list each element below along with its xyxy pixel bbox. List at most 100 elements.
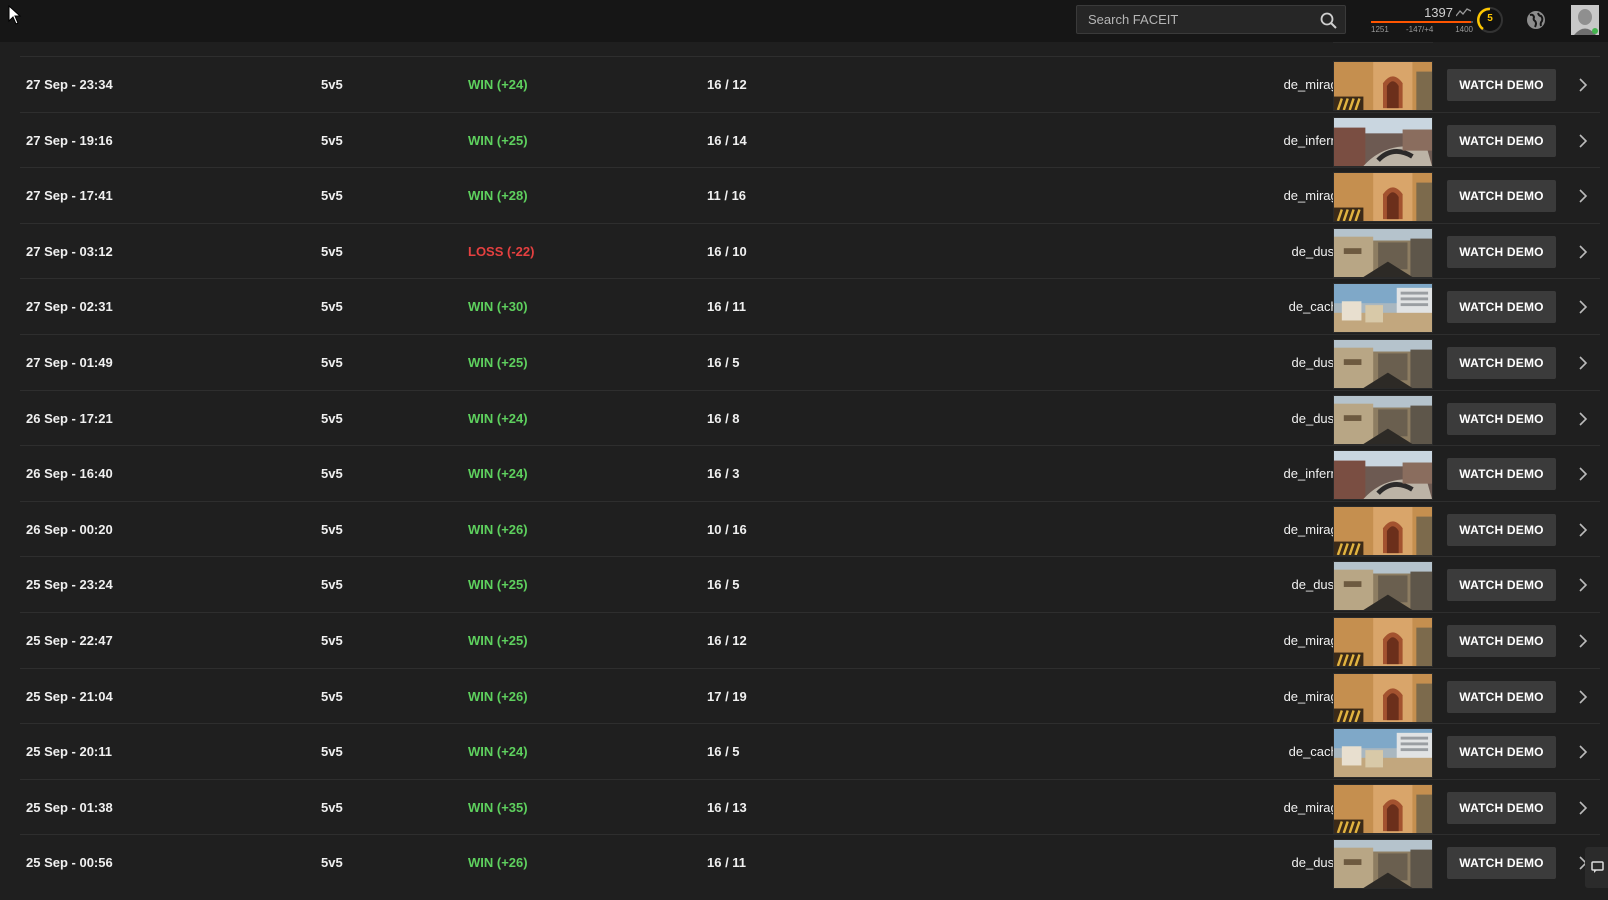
- map-thumbnail: [1333, 339, 1433, 389]
- globe-icon[interactable]: [1525, 9, 1547, 31]
- match-mode: 5v5: [321, 355, 343, 370]
- table-row[interactable]: 25 Sep - 22:47 5v5 WIN (+25) 16 / 12 de_…: [20, 612, 1600, 669]
- table-row[interactable]: 25 Sep - 00:56 5v5 WIN (+26) 16 / 11 de_…: [20, 834, 1600, 891]
- watch-demo-button[interactable]: WATCH DEMO: [1447, 347, 1556, 379]
- watch-demo-button[interactable]: WATCH DEMO: [1447, 513, 1556, 546]
- match-score: 16 / 11: [707, 855, 747, 871]
- table-row[interactable]: 27 Sep - 02:31 5v5 WIN (+30) 16 / 11 de_…: [20, 278, 1600, 335]
- elo-change: -147/+4: [1406, 25, 1434, 34]
- match-mode: 5v5: [321, 77, 343, 92]
- chevron-right-icon[interactable]: [1578, 133, 1588, 149]
- table-row[interactable]: 27 Sep - 23:34 5v5 WIN (+24) 16 / 12 de_…: [20, 56, 1600, 113]
- chevron-right-icon[interactable]: [1578, 577, 1588, 593]
- elo-widget[interactable]: 1397 1251 -147/+4 1400: [1371, 4, 1473, 36]
- skill-level-badge[interactable]: 5: [1477, 7, 1503, 33]
- table-row[interactable]: 27 Sep - 19:16 5v5 WIN (+25) 16 / 14 de_…: [20, 111, 1600, 169]
- match-result: WIN (+25): [468, 577, 528, 593]
- table-row[interactable]: 25 Sep - 23:24 5v5 WIN (+25) 16 / 5 de_d…: [20, 556, 1600, 613]
- chat-tab[interactable]: [1585, 847, 1608, 888]
- match-mode: 5v5: [321, 744, 343, 760]
- match-mode: 5v5: [321, 299, 343, 315]
- map-thumbnail: [1333, 450, 1433, 501]
- match-score: 11 / 16: [707, 188, 747, 204]
- match-mode: 5v5: [321, 410, 343, 426]
- elo-range-max: 1400: [1455, 25, 1473, 34]
- chevron-right-icon[interactable]: [1578, 411, 1588, 427]
- match-result: WIN (+25): [468, 633, 528, 648]
- match-mode: 5v5: [321, 633, 343, 648]
- watch-demo-button[interactable]: WATCH DEMO: [1447, 124, 1556, 157]
- table-row[interactable]: 26 Sep - 00:20 5v5 WIN (+26) 10 / 16 de_…: [20, 500, 1600, 558]
- chevron-right-icon[interactable]: [1578, 633, 1588, 649]
- online-status-dot: [1592, 28, 1598, 34]
- map-thumbnail: [1333, 728, 1433, 779]
- trend-icon: [1456, 8, 1471, 17]
- match-score: 16 / 5: [707, 744, 740, 760]
- watch-demo-button[interactable]: WATCH DEMO: [1447, 736, 1556, 769]
- table-row[interactable]: 27 Sep - 01:49 5v5 WIN (+25) 16 / 5 de_d…: [20, 334, 1600, 391]
- table-row[interactable]: 27 Sep - 17:41 5v5 WIN (+28) 11 / 16 de_…: [20, 167, 1600, 224]
- chevron-right-icon[interactable]: [1578, 744, 1588, 760]
- table-row[interactable]: 26 Sep - 17:21 5v5 WIN (+24) 16 / 8 de_d…: [20, 389, 1600, 447]
- match-mode: 5v5: [321, 188, 343, 204]
- watch-demo-button[interactable]: WATCH DEMO: [1447, 180, 1556, 213]
- watch-demo-button[interactable]: WATCH DEMO: [1447, 235, 1556, 268]
- map-thumbnail: [1333, 283, 1433, 334]
- match-result: WIN (+25): [468, 355, 528, 370]
- map-thumbnail: [1333, 839, 1433, 890]
- chevron-right-icon[interactable]: [1578, 800, 1588, 816]
- chevron-right-icon[interactable]: [1578, 244, 1588, 260]
- watch-demo-button[interactable]: WATCH DEMO: [1447, 569, 1556, 602]
- match-date: 25 Sep - 20:11: [26, 744, 112, 760]
- search-icon[interactable]: [1320, 12, 1337, 29]
- watch-demo-button[interactable]: WATCH DEMO: [1447, 847, 1556, 880]
- chevron-right-icon[interactable]: [1578, 299, 1588, 315]
- search-input[interactable]: [1077, 6, 1345, 33]
- map-thumbnail: [1333, 172, 1433, 223]
- chevron-right-icon[interactable]: [1578, 466, 1588, 482]
- watch-demo-button[interactable]: WATCH DEMO: [1447, 625, 1556, 657]
- elo-progress-bar: [1371, 21, 1473, 23]
- watch-demo-button[interactable]: WATCH DEMO: [1447, 291, 1556, 324]
- match-date: 27 Sep - 23:34: [26, 77, 113, 92]
- map-thumbnail: [1333, 505, 1433, 556]
- chevron-right-icon[interactable]: [1578, 77, 1588, 93]
- match-result: WIN (+24): [468, 466, 528, 482]
- watch-demo-button[interactable]: WATCH DEMO: [1447, 69, 1556, 101]
- match-date: 27 Sep - 01:49: [26, 355, 113, 370]
- map-thumbnail: [1333, 394, 1433, 445]
- skill-level-value: 5: [1487, 13, 1493, 24]
- table-row[interactable]: 26 Sep - 16:40 5v5 WIN (+24) 16 / 3 de_i…: [20, 445, 1600, 502]
- match-mode: 5v5: [321, 799, 343, 815]
- table-row[interactable]: 27 Sep - 03:12 5v5 LOSS (-22) 16 / 10 de…: [20, 222, 1600, 280]
- chevron-right-icon[interactable]: [1578, 689, 1588, 705]
- watch-demo-button[interactable]: WATCH DEMO: [1447, 791, 1556, 824]
- table-row[interactable]: 25 Sep - 21:04 5v5 WIN (+26) 17 / 19 de_…: [20, 667, 1600, 725]
- match-score: 10 / 16: [707, 521, 747, 537]
- table-row[interactable]: 25 Sep - 20:11 5v5 WIN (+24) 16 / 5 de_c…: [20, 723, 1600, 780]
- chevron-right-icon[interactable]: [1578, 188, 1588, 204]
- match-date: 25 Sep - 00:56: [26, 855, 113, 871]
- match-score: 16 / 11: [707, 299, 747, 315]
- chevron-right-icon[interactable]: [1578, 355, 1588, 371]
- match-result: WIN (+26): [468, 855, 528, 871]
- match-score: 16 / 5: [707, 355, 740, 370]
- map-thumbnail: [1333, 227, 1433, 278]
- watch-demo-button[interactable]: WATCH DEMO: [1447, 458, 1556, 491]
- match-mode: 5v5: [321, 243, 343, 259]
- watch-demo-button[interactable]: WATCH DEMO: [1447, 402, 1556, 435]
- match-date: 27 Sep - 17:41: [26, 188, 113, 204]
- map-thumbnail: [1333, 783, 1433, 834]
- watch-demo-button[interactable]: WATCH DEMO: [1447, 680, 1556, 713]
- chevron-right-icon[interactable]: [1578, 522, 1588, 538]
- match-score: 16 / 5: [707, 577, 740, 593]
- match-score: 16 / 3: [707, 466, 740, 482]
- match-score: 16 / 13: [707, 799, 747, 815]
- avatar[interactable]: [1571, 5, 1599, 35]
- table-row[interactable]: 25 Sep - 01:38 5v5 WIN (+35) 16 / 13 de_…: [20, 778, 1600, 836]
- match-mode: 5v5: [321, 577, 343, 593]
- match-mode: 5v5: [321, 132, 343, 148]
- elo-range-min: 1251: [1371, 25, 1389, 34]
- match-date: 26 Sep - 16:40: [26, 466, 113, 482]
- search-box: [1076, 5, 1346, 34]
